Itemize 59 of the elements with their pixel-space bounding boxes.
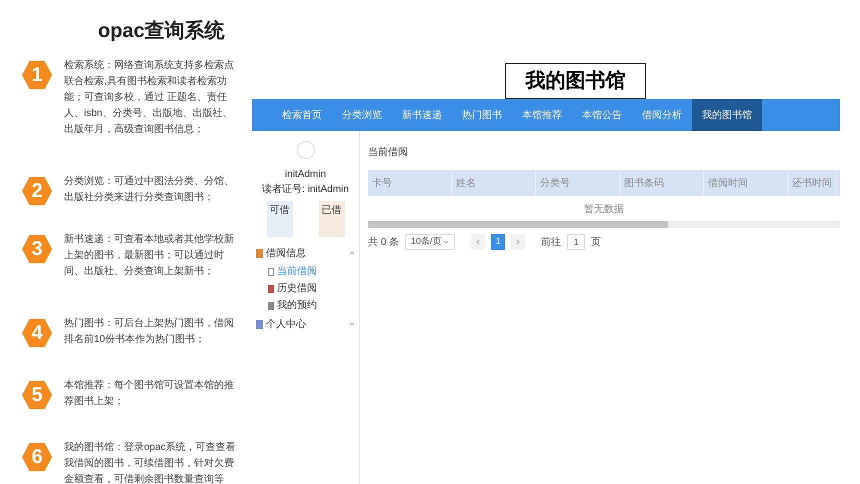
- column-header: 还书时间: [788, 170, 836, 196]
- number-badge: 2: [22, 176, 52, 206]
- number-badge: 6: [22, 442, 52, 472]
- nav-tab[interactable]: 本馆推荐: [512, 99, 572, 131]
- column-header: 借阅时间: [704, 170, 788, 196]
- menu-item[interactable]: 我的预约: [252, 297, 359, 314]
- feature-description: 新书速递：可查看本地或者其他学校新上架的图书，最新图书；可以通过时间、出版社、分类查询上架新书；: [64, 232, 235, 279]
- nav-tab[interactable]: 热门图书: [452, 99, 512, 131]
- menu-icon: [256, 320, 263, 328]
- available-count-card: 可借: [266, 201, 292, 237]
- horizontal-scrollbar[interactable]: [368, 221, 840, 228]
- number-badge: 5: [22, 380, 52, 410]
- empty-table-message: 暂无数据: [583, 202, 625, 217]
- menu-icon: [256, 248, 263, 258]
- page-number-field[interactable]: 1: [567, 234, 586, 250]
- page-size-select[interactable]: 10条/页: [405, 234, 456, 250]
- menu-item[interactable]: 历史借阅: [252, 280, 359, 297]
- nav-tab[interactable]: 检索首页: [272, 99, 332, 131]
- feature-description: 热门图书：可后台上架热门图书，借阅排名前10份书本作为热门图书；: [64, 316, 235, 347]
- borrowed-count-card: 已借: [318, 201, 344, 237]
- page-title: opac查询系统: [98, 18, 226, 44]
- page-button[interactable]: 1: [491, 234, 506, 250]
- avatar: [296, 141, 314, 159]
- section-heading: 我的图书馆: [505, 63, 646, 99]
- nav-tab[interactable]: 我的图书馆: [692, 99, 762, 131]
- column-header: 姓名: [452, 170, 536, 196]
- number-badge: 3: [22, 234, 52, 264]
- column-header: 卡号: [368, 170, 452, 196]
- number-badge: 4: [22, 318, 52, 348]
- menu-item[interactable]: 当前借阅: [252, 263, 359, 280]
- chevron-right-icon: [515, 239, 522, 245]
- page-suffix: 页: [591, 236, 602, 250]
- user-name: initAdmin: [284, 168, 326, 182]
- nav-tab[interactable]: 借阅分析: [632, 99, 692, 131]
- menu-group[interactable]: 借阅信息: [252, 243, 359, 263]
- nav-tab[interactable]: 本馆公告: [572, 99, 632, 131]
- chevron-icon: [349, 321, 355, 327]
- menu-item-icon: [268, 268, 274, 276]
- nav-tab[interactable]: 分类浏览: [332, 99, 392, 131]
- total-count: 共 0 条: [368, 236, 400, 250]
- column-header: 图书条码: [620, 170, 704, 196]
- next-page-button[interactable]: [511, 234, 526, 250]
- feature-description: 分类浏览：可通过中图法分类、分馆、出版社分类来进行分类查询图书；: [64, 174, 235, 205]
- menu-item-icon: [268, 302, 274, 310]
- chevron-icon: [349, 250, 355, 256]
- feature-description: 我的图书馆：登录opac系统，可查查看我借阅的图书，可续借图书，针对欠费金额查看，可借剩余图书数量查询等: [64, 440, 237, 484]
- menu-item-icon: [268, 284, 274, 292]
- feature-description: 本馆推荐：每个图书馆可设置本馆的推荐图书上架；: [64, 378, 235, 409]
- reader-card-number: 读者证号: initAdmin: [262, 182, 349, 197]
- column-header: 分类号: [536, 170, 620, 196]
- nav-tab[interactable]: 新书速递: [392, 99, 452, 131]
- table-title: 当前借阅: [368, 146, 409, 160]
- caret-icon: [443, 239, 450, 245]
- previous-page-button[interactable]: [471, 234, 486, 250]
- chevron-left-icon: [475, 239, 482, 245]
- goto-label: 前往: [541, 236, 562, 250]
- feature-description: 检索系统：网络查询系统支持多检索点联合检索,具有图书检索和读者检索功能；可查询多校，通过 正题名、责任人、isbn、分类号、出版地、出版社、出版年月，高级查询图书信息；: [64, 58, 235, 137]
- number-badge: 1: [22, 60, 52, 90]
- menu-group[interactable]: 个人中心: [252, 314, 359, 334]
